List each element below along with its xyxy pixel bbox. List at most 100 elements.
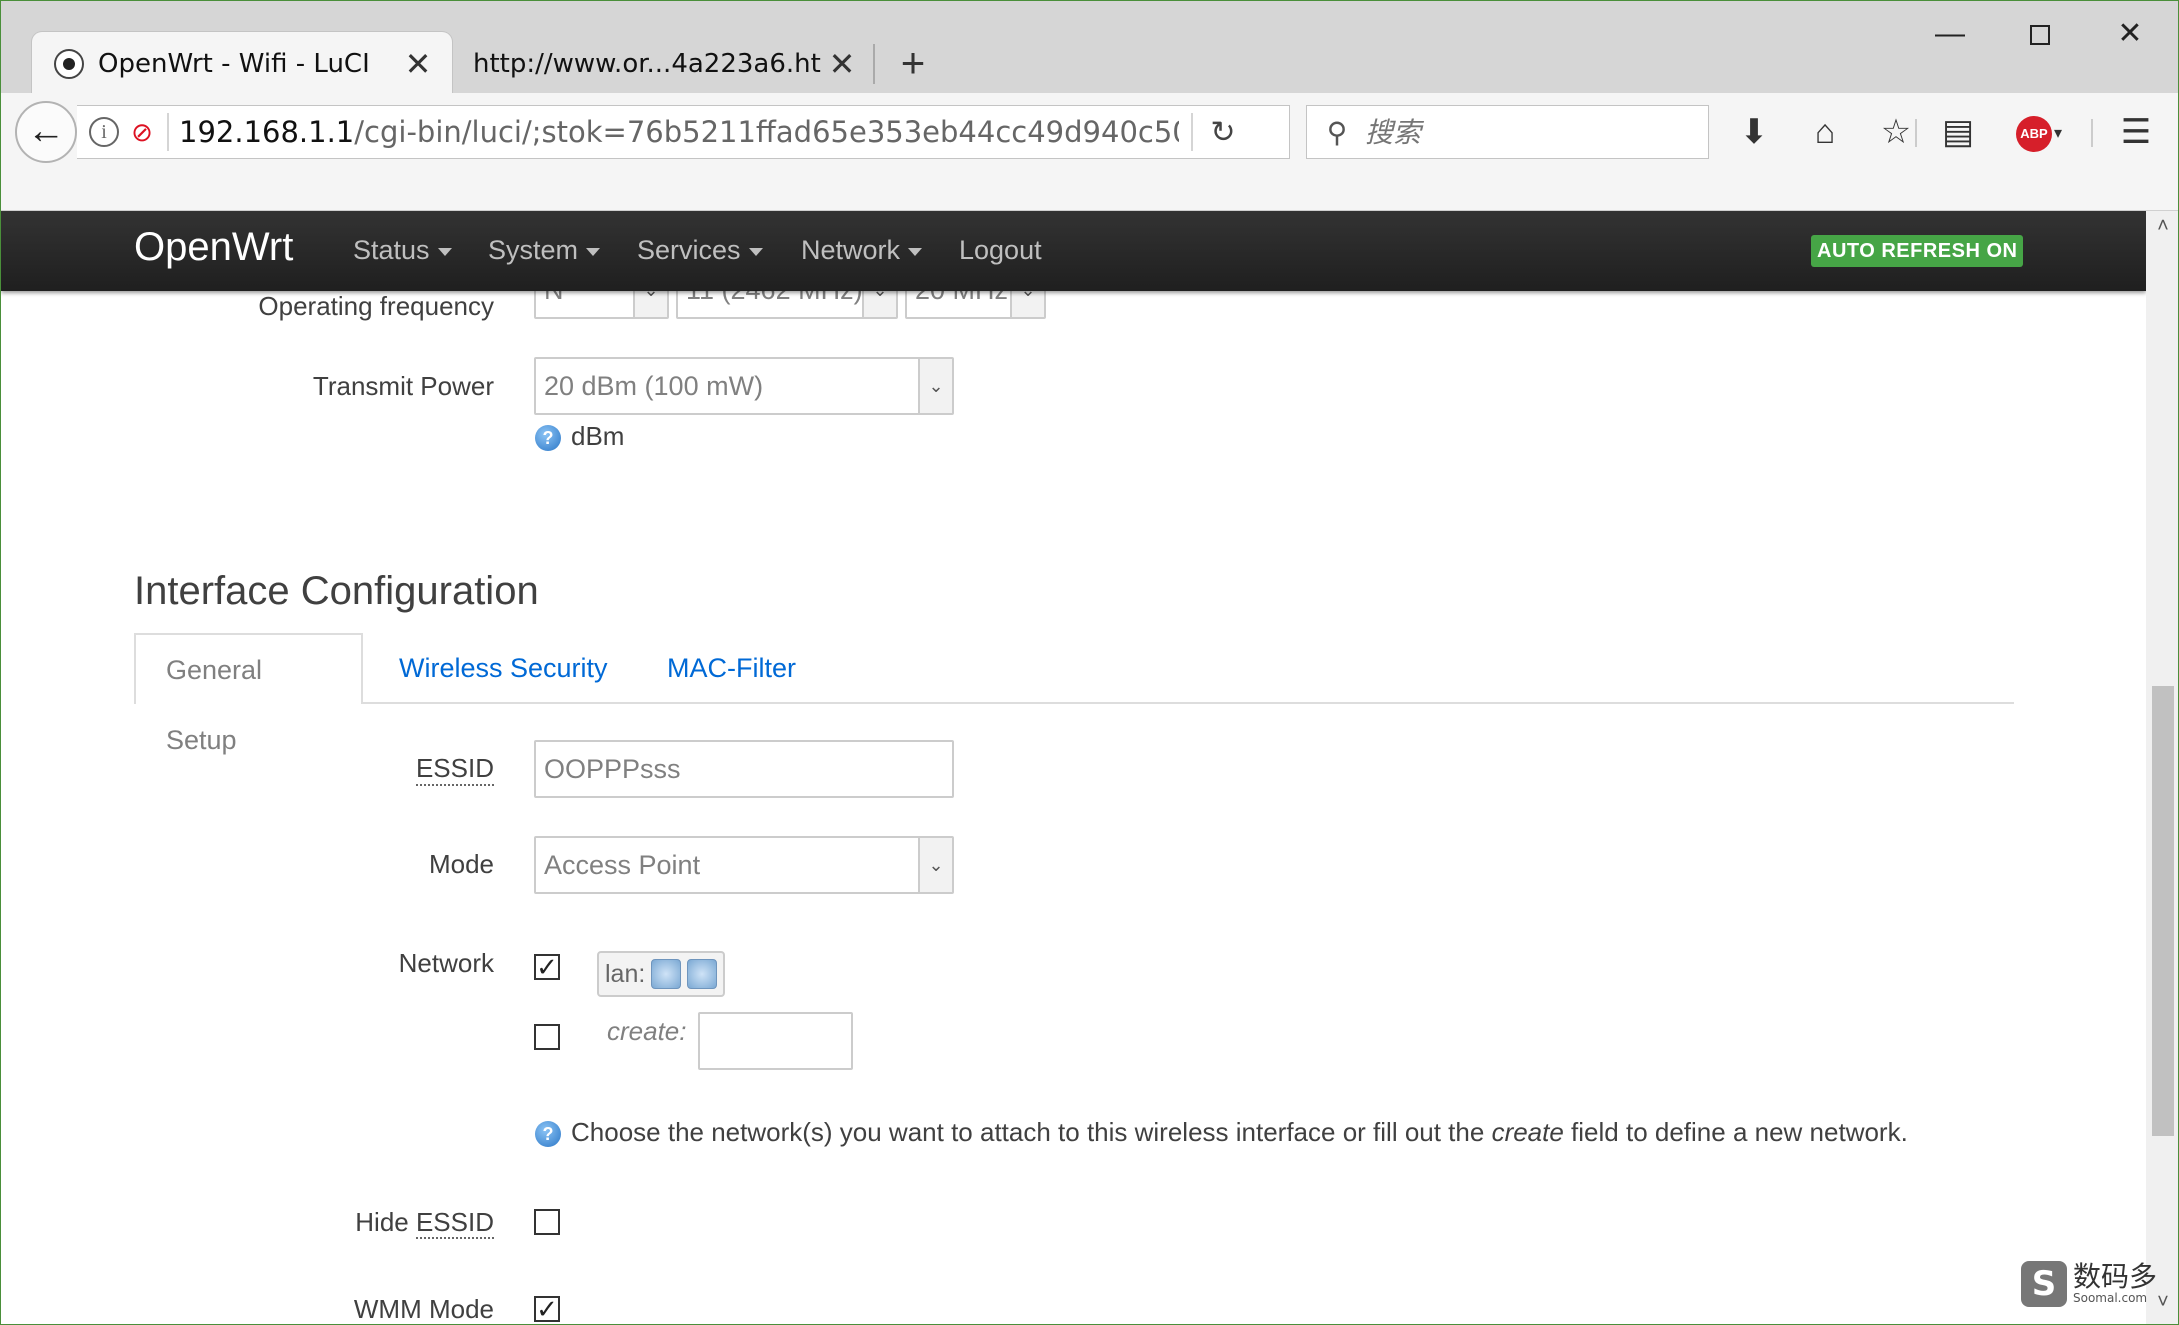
section-title: Interface Configuration: [134, 569, 539, 613]
url-host: 192.168.1.1: [179, 115, 355, 149]
tab-general-setup[interactable]: General Setup: [134, 633, 363, 755]
vertical-scrollbar[interactable]: ˄ ˅: [2146, 211, 2178, 1324]
tab-wireless-security[interactable]: Wireless Security: [369, 633, 638, 703]
transmit-power-label: Transmit Power: [312, 371, 494, 401]
scroll-up-icon[interactable]: ˄: [2146, 215, 2178, 245]
close-tab-icon[interactable]: ✕: [398, 44, 438, 84]
url-bar[interactable]: i ⊘ 192.168.1.1/cgi-bin/luci/;stok=76b52…: [77, 105, 1290, 159]
tab-mac-filter[interactable]: MAC-Filter: [637, 633, 826, 703]
reload-button[interactable]: ↻: [1193, 115, 1253, 150]
menu-network[interactable]: Network: [801, 235, 923, 266]
essid-label: ESSID: [415, 753, 494, 786]
watermark-text: 数码多 Soomal.com: [2073, 1259, 2158, 1305]
search-bar[interactable]: ⚲: [1306, 105, 1709, 159]
transmit-power-select[interactable]: 20 dBm (100 mW) ⌄: [534, 357, 954, 415]
help-icon: ?: [535, 1121, 561, 1148]
menu-system[interactable]: System: [488, 235, 601, 266]
mode-label: Mode: [428, 849, 494, 879]
network-create-checkbox[interactable]: [534, 1024, 560, 1050]
tab-divider: [873, 44, 875, 84]
watermark-logo: S: [2021, 1260, 2067, 1307]
menu-label: Status: [353, 235, 430, 265]
chevron-down-icon: ⌄: [918, 359, 952, 413]
tab-label: http://www.or...4a223a6.html: [473, 48, 822, 79]
help-text: dBm: [571, 421, 625, 451]
search-icon: ⚲: [1326, 116, 1348, 148]
lan-network-badge[interactable]: lan:: [597, 951, 726, 997]
chevron-down-icon: ▾: [2053, 125, 2063, 143]
menu-logout[interactable]: Logout: [959, 235, 1042, 266]
toolbar-divider: [2091, 119, 2093, 147]
mode-select[interactable]: Access Point ⌄: [534, 836, 954, 894]
transmit-power-help: ? dBm: [535, 421, 624, 452]
reader-view-button[interactable]: ▤: [1933, 107, 1983, 157]
create-label: create:: [607, 1016, 687, 1046]
ethernet-icon: [651, 959, 682, 989]
menu-status[interactable]: Status: [353, 235, 452, 266]
help-text: Choose the network(s) you want to attach…: [571, 1117, 1492, 1147]
download-button[interactable]: ⬇: [1729, 107, 1779, 157]
hamburger-menu-button[interactable]: ☰: [2111, 107, 2161, 157]
adblock-plus-button[interactable]: ABP ▾: [2007, 107, 2071, 157]
select-value: 20 dBm (100 mW): [544, 371, 764, 401]
new-tab-button[interactable]: +: [887, 39, 939, 91]
lan-label: lan:: [605, 960, 646, 988]
wmm-mode-label: WMM Mode: [353, 1294, 494, 1324]
back-button[interactable]: ←: [15, 101, 77, 163]
help-text: field to define a new network.: [1563, 1117, 1908, 1147]
insecure-connection-icon[interactable]: ⊘: [127, 117, 157, 147]
auto-refresh-badge[interactable]: AUTO REFRESH ON: [1811, 235, 2024, 267]
close-window-button[interactable]: ✕: [2099, 9, 2161, 59]
operating-frequency-label: Operating frequency: [258, 291, 494, 321]
toolbar-divider: [1915, 119, 1917, 147]
scrollbar-thumb[interactable]: [2152, 686, 2174, 1136]
url-text[interactable]: 192.168.1.1/cgi-bin/luci/;stok=76b5211ff…: [179, 115, 1179, 149]
menu-services[interactable]: Services: [637, 235, 763, 266]
page-viewport: OpenWrt Status System Services Network L…: [1, 211, 2146, 1324]
hide-essid-abbr: ESSID: [415, 1207, 494, 1239]
hide-essid-prefix: Hide: [355, 1207, 416, 1237]
urlbar-divider: [167, 113, 169, 151]
tab-html-page[interactable]: http://www.or...4a223a6.html ✕: [456, 32, 876, 95]
hide-essid-label: Hide ESSID: [355, 1207, 494, 1239]
help-text-emphasis: create: [1491, 1117, 1564, 1147]
hide-essid-checkbox[interactable]: [534, 1209, 560, 1235]
url-path: /cgi-bin/luci/;stok=76b5211ffad65e353eb4…: [354, 115, 1179, 149]
close-tab-icon[interactable]: ✕: [822, 44, 862, 84]
bookmark-star-button[interactable]: ☆: [1871, 107, 1921, 157]
home-button[interactable]: ⌂: [1800, 107, 1850, 157]
soomal-watermark: S 数码多 Soomal.com: [2021, 1256, 2161, 1311]
watermark-subtitle: Soomal.com: [2073, 1290, 2148, 1305]
tab-label: OpenWrt - Wifi - LuCI: [98, 48, 370, 79]
adblock-plus-icon: ABP: [2015, 116, 2052, 153]
openwrt-favicon-icon: [54, 48, 84, 79]
network-label: Network: [398, 948, 494, 978]
menu-label: Services: [637, 235, 741, 265]
menu-label: Network: [801, 235, 901, 265]
minimize-button[interactable]: —: [1919, 9, 1981, 59]
essid-input[interactable]: OOPPPsss: [534, 740, 954, 798]
info-icon[interactable]: i: [89, 117, 119, 147]
navigation-toolbar: i ⊘ 192.168.1.1/cgi-bin/luci/;stok=76b52…: [1, 93, 2178, 211]
caret-down-icon: [908, 247, 923, 256]
caret-down-icon: [437, 247, 452, 256]
chevron-down-icon: ⌄: [918, 838, 952, 892]
network-help: ? Choose the network(s) you want to attac…: [535, 1117, 1908, 1148]
search-input[interactable]: [1365, 115, 1695, 149]
openwrt-header: OpenWrt Status System Services Network L…: [1, 211, 2146, 291]
menu-label: System: [488, 235, 579, 265]
maximize-button[interactable]: [2009, 9, 2071, 59]
wmm-mode-checkbox[interactable]: ✓: [534, 1296, 560, 1322]
tab-openwrt-luci[interactable]: OpenWrt - Wifi - LuCI ✕: [32, 32, 452, 95]
create-network-input[interactable]: [698, 1012, 853, 1070]
caret-down-icon: [586, 247, 601, 256]
maximize-icon: [2030, 25, 2050, 46]
network-lan-checkbox[interactable]: ✓: [534, 954, 560, 980]
watermark-title: 数码多: [2073, 1259, 2158, 1293]
browser-window: OpenWrt - Wifi - LuCI ✕ http://www.or...…: [0, 0, 2179, 1325]
tab-strip: OpenWrt - Wifi - LuCI ✕ http://www.or...…: [1, 1, 2178, 95]
wifi-icon: [687, 959, 718, 989]
openwrt-brand[interactable]: OpenWrt: [134, 225, 293, 270]
help-icon: ?: [535, 425, 561, 452]
caret-down-icon: [748, 247, 763, 256]
